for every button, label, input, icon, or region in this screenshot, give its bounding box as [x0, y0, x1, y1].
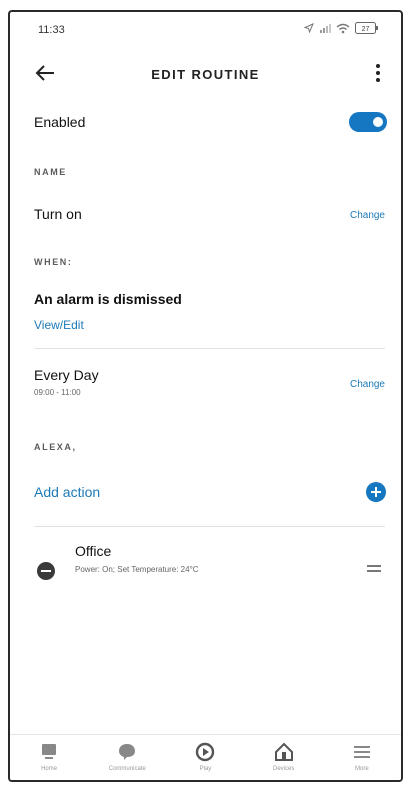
action-detail: Power: On; Set Temperature: 24°C	[75, 565, 199, 574]
add-action-link[interactable]: Add action	[34, 484, 100, 500]
battery-level: 27	[362, 26, 370, 33]
status-bar: 11:33 27	[10, 12, 401, 48]
divider	[34, 348, 385, 349]
action-title: Office	[75, 543, 112, 559]
view-edit-link[interactable]: View/Edit	[34, 318, 84, 332]
divider	[34, 526, 385, 527]
toggle-knob	[373, 117, 383, 127]
status-time: 11:33	[38, 24, 65, 36]
location-icon	[304, 23, 314, 33]
alexa-section-heading: ALEXA,	[34, 442, 77, 452]
phone-frame: 11:33 27 EDIT ROUTINE Enabled NAME Turn …	[8, 10, 403, 782]
nav-communicate[interactable]: Communicate	[88, 735, 166, 780]
trigger-title: An alarm is dismissed	[34, 291, 182, 307]
change-schedule-link[interactable]: Change	[350, 379, 385, 390]
devices-icon	[274, 742, 293, 761]
schedule-title: Every Day	[34, 367, 99, 383]
nav-label: Play	[199, 766, 212, 772]
nav-more[interactable]: More	[323, 735, 401, 780]
bottom-navigation: Home Communicate Play Devices More	[10, 734, 401, 780]
battery-icon: 27	[355, 22, 378, 34]
communicate-icon	[119, 744, 136, 760]
add-action-icon[interactable]	[366, 482, 386, 502]
more-options-icon[interactable]	[369, 60, 387, 86]
wifi-icon	[336, 23, 350, 33]
change-name-link[interactable]: Change	[350, 210, 385, 221]
signal-icon	[320, 24, 331, 33]
enabled-toggle[interactable]	[349, 112, 387, 132]
status-icons: 27	[304, 22, 379, 34]
remove-action-icon[interactable]	[37, 562, 55, 580]
nav-home[interactable]: Home	[10, 735, 88, 780]
nav-label: Communicate	[108, 766, 146, 772]
routine-name: Turn on	[34, 206, 82, 222]
drag-handle-icon[interactable]	[367, 560, 381, 576]
app-bar: EDIT ROUTINE	[10, 48, 401, 98]
nav-label: Home	[41, 766, 58, 772]
menu-icon	[353, 746, 370, 758]
page-title: EDIT ROUTINE	[151, 67, 260, 82]
play-icon	[196, 742, 215, 762]
nav-devices[interactable]: Devices	[245, 735, 323, 780]
name-section-heading: NAME	[34, 167, 67, 177]
nav-play[interactable]: Play	[166, 735, 244, 780]
enabled-label: Enabled	[34, 114, 86, 130]
home-icon	[42, 744, 57, 759]
schedule-time: 09:00 - 11:00	[34, 388, 81, 397]
when-section-heading: WHEN:	[34, 257, 73, 267]
nav-label: More	[355, 766, 369, 772]
nav-label: Devices	[272, 766, 295, 772]
